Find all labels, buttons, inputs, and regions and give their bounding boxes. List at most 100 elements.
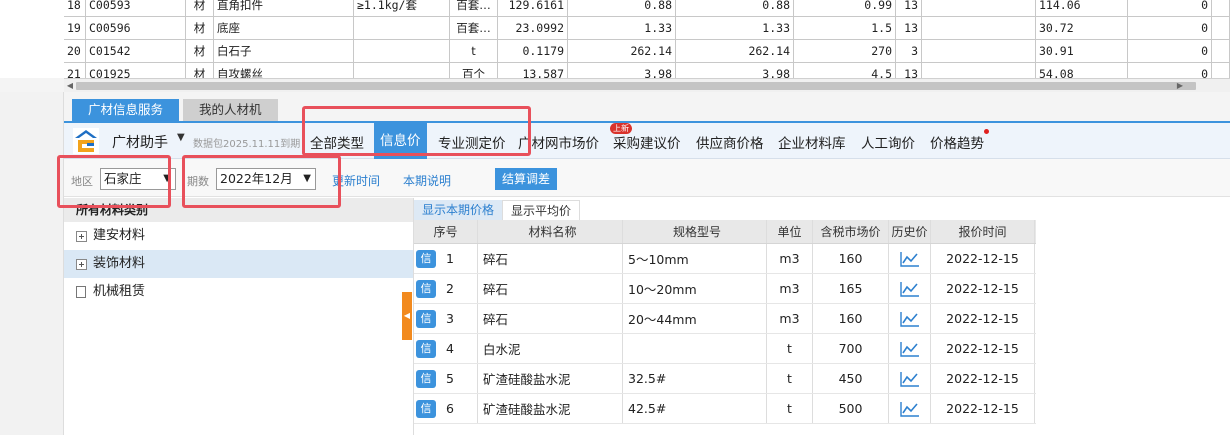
sheet-cell[interactable]: 0.99 [794,0,896,17]
sheet-cell[interactable]: 30.72 [1036,17,1128,40]
sheet-cell[interactable]: 自攻螺丝 [214,63,354,78]
trend-chart-icon[interactable] [899,311,920,327]
col-header-date[interactable]: 报价时间 [931,220,1035,243]
tab-my-materials[interactable]: 我的人材机 [183,99,278,121]
sheet-cell[interactable]: 材 [186,40,214,63]
expand-plus-icon[interactable] [76,230,87,242]
sheet-cell[interactable]: 262.14 [676,40,794,63]
sheet-cell[interactable] [922,40,1036,63]
sheet-cell[interactable]: 13 [896,0,922,17]
col-header-spec[interactable]: 规格型号 [623,220,767,243]
nav-enterprise-library[interactable]: 企业材料库 [778,132,846,152]
table-row[interactable]: 信 2 碎石 10～20mm m3 165 2022-12-15 [414,274,1036,304]
period-select[interactable]: 2022年12月 ▼ [216,168,316,190]
sheet-cell[interactable]: 3.98 [676,63,794,78]
sheet-cell[interactable]: 直角扣件 [214,0,354,17]
sheet-cell[interactable] [1212,63,1230,78]
sheet-cell[interactable]: 18 [64,0,86,17]
tab-guangcai-info[interactable]: 广材信息服务 [72,99,180,121]
sheet-cell[interactable] [922,0,1036,17]
expand-plus-icon[interactable] [76,258,87,270]
nav-market-price[interactable]: 广材网市场价 [518,132,599,152]
sheet-cell[interactable] [922,17,1036,40]
trend-chart-icon[interactable] [899,251,920,267]
sheet-cell[interactable]: 材 [186,63,214,78]
sheet-cell[interactable]: 4.5 [794,63,896,78]
scroll-left-icon[interactable]: ◀ [64,79,76,93]
trend-chart-icon[interactable] [899,281,920,297]
sheet-cell[interactable]: C00596 [86,17,186,40]
sheet-cell[interactable]: 270 [794,40,896,63]
table-row[interactable]: 信 6 矿渣硅酸盐水泥 42.5# t 500 2022-12-15 [414,394,1036,424]
sheet-cell[interactable]: 20 [64,40,86,63]
sheet-cell[interactable]: 材 [186,0,214,17]
sheet-cell[interactable]: C01542 [86,40,186,63]
trend-chart-icon[interactable] [899,401,920,417]
sheet-cell[interactable]: 百套… [450,0,498,17]
sheet-cell[interactable]: 0.88 [568,0,676,17]
col-header-price[interactable]: 含税市场价 [813,220,889,243]
tree-item-construction[interactable]: 建安材料 [64,222,413,250]
info-badge[interactable]: 信 [416,369,436,388]
collapse-left-icon[interactable]: ◀ [402,292,412,340]
sheet-cell[interactable]: 23.0992 [498,17,568,40]
col-header-unit[interactable]: 单位 [767,220,813,243]
sheet-cell[interactable]: 262.14 [568,40,676,63]
sheet-cell[interactable] [1212,0,1230,17]
sheet-cell[interactable] [354,17,450,40]
horizontal-scrollbar[interactable]: ◀ ▶ [64,78,1230,92]
sheet-cell[interactable]: 0 [1128,17,1212,40]
sheet-cell[interactable]: 19 [64,17,86,40]
tab-current-price[interactable]: 显示本期价格 [414,200,503,220]
table-row[interactable]: 信 4 白水泥 t 700 2022-12-15 [414,334,1036,364]
sheet-cell[interactable]: 129.6161 [498,0,568,17]
sheet-cell[interactable]: 3.98 [568,63,676,78]
sheet-cell[interactable]: 3 [896,40,922,63]
nav-info-price[interactable]: 信息价 [374,123,427,159]
info-badge[interactable]: 信 [416,249,436,268]
sheet-cell[interactable] [354,63,450,78]
nav-supplier-price[interactable]: 供应商价格 [696,132,764,152]
update-time-link[interactable]: 更新时间 [332,172,380,189]
info-badge[interactable]: 信 [416,309,436,328]
nav-professional-price[interactable]: 专业测定价 [438,132,506,152]
col-header-name[interactable]: 材料名称 [478,220,623,243]
sheet-cell[interactable]: 21 [64,63,86,78]
scrollbar-thumb[interactable] [76,82,1196,90]
trend-chart-icon[interactable] [899,341,920,357]
sheet-cell[interactable]: 13 [896,17,922,40]
nav-purchase-price[interactable]: 采购建议价 [613,132,681,152]
sheet-cell[interactable]: t [450,40,498,63]
sheet-cell[interactable]: ≥1.1kg/套 [354,0,450,17]
table-row[interactable]: 信 1 碎石 5～10mm m3 160 2022-12-15 [414,244,1036,274]
brand-caret-icon[interactable]: ▼ [177,132,185,143]
sheet-row[interactable]: 19 C00596 材底座 百套… 23.0992 1.33 1.33 1.5 13 30.72 0 [64,17,1230,40]
sheet-cell[interactable] [1212,17,1230,40]
info-badge[interactable]: 信 [416,339,436,358]
sheet-cell[interactable]: C01925 [86,63,186,78]
scroll-right-icon[interactable]: ▶ [1174,79,1186,93]
brand-label[interactable]: 广材助手 [112,132,168,152]
sheet-cell[interactable]: 1.33 [568,17,676,40]
sheet-cell[interactable]: 1.33 [676,17,794,40]
sheet-cell[interactable] [354,40,450,63]
tree-item-decoration[interactable]: 装饰材料 [64,250,413,278]
sheet-row[interactable]: 18 C00593 材直角扣件 ≥1.1kg/套 百套… 129.6161 0.88 0.88… [64,0,1230,17]
region-select[interactable]: 石家庄 ▼ [100,168,176,190]
info-badge[interactable]: 信 [416,399,436,418]
sheet-row[interactable]: 21 C01925 材自攻螺丝 百个 13.587 3.98 3.98 4.5 13 54.08 0 [64,63,1230,78]
sheet-cell[interactable] [1212,40,1230,63]
sheet-cell[interactable]: 1.5 [794,17,896,40]
sheet-cell[interactable]: 0.88 [676,0,794,17]
table-row[interactable]: 信 3 碎石 20～44mm m3 160 2022-12-15 [414,304,1036,334]
nav-price-trend[interactable]: 价格趋势 [930,132,984,152]
sheet-cell[interactable]: 13 [896,63,922,78]
nav-labor-inquiry[interactable]: 人工询价 [861,132,915,152]
sheet-cell[interactable]: 0 [1128,40,1212,63]
sheet-cell[interactable]: 13.587 [498,63,568,78]
sheet-cell[interactable]: 114.06 [1036,0,1128,17]
sheet-cell[interactable]: 30.91 [1036,40,1128,63]
sheet-cell[interactable] [922,63,1036,78]
sheet-cell[interactable]: 白石子 [214,40,354,63]
sheet-cell[interactable]: 底座 [214,17,354,40]
